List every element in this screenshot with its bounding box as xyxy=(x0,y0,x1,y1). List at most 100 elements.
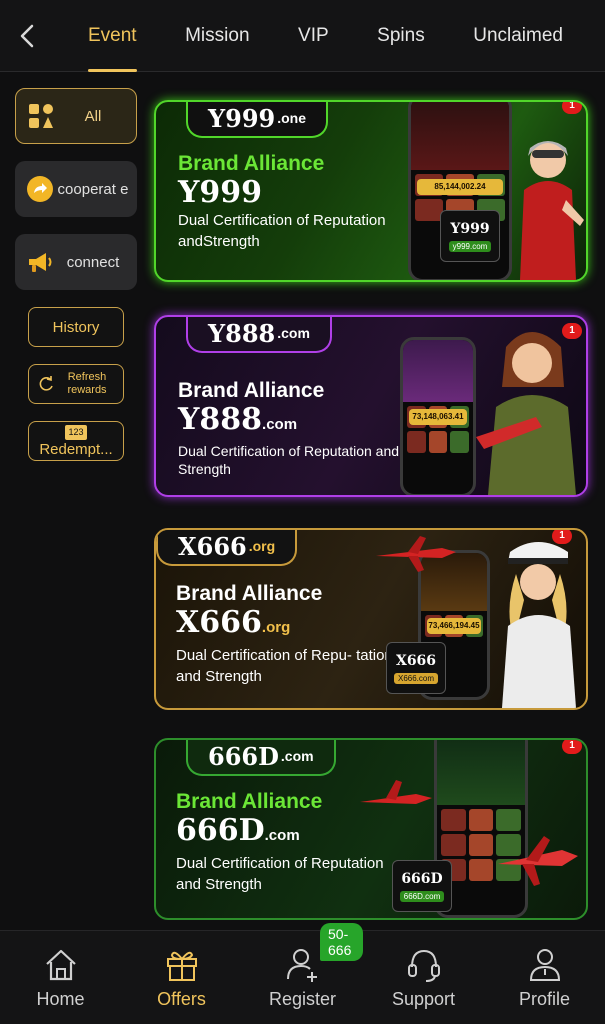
y888-alliance-banner[interactable]: Y888 .com Brand Alliance Y888.com Dual Ce… xyxy=(154,315,588,497)
category-sidebar: All cooperat e connect History Refresh r… xyxy=(15,88,138,478)
category-label: cooperat e xyxy=(57,180,129,198)
phone-mockup: 73,148,063.41 xyxy=(400,337,476,495)
banner-text: Brand Alliance Y999 Dual Certification o… xyxy=(178,152,408,252)
nav-profile[interactable]: Profile xyxy=(484,931,605,1024)
category-label: connect xyxy=(66,253,120,271)
logo-suffix: .com xyxy=(280,748,314,764)
brand-stamp: Y999 y999.com xyxy=(440,210,500,262)
red-plane-illustration xyxy=(376,536,456,572)
category-label: All xyxy=(84,107,102,125)
home-icon xyxy=(45,949,76,981)
tab-event[interactable]: Event xyxy=(70,0,155,72)
nav-label: Home xyxy=(36,989,85,1009)
stamp-url: X666.com xyxy=(393,672,439,684)
red-plane-illustration xyxy=(498,836,578,886)
dual-certification-text: Dual Certification of Reputation and Str… xyxy=(176,855,384,893)
banner-logo: 666D .com xyxy=(186,740,336,776)
logo-text: Y999 xyxy=(208,103,276,133)
notification-badge: 1 xyxy=(562,323,582,339)
redeem-code-icon: 123 xyxy=(65,425,87,440)
refresh-rewards-label: Refresh rewards xyxy=(67,371,107,396)
brand-alliance-title: Brand Alliance xyxy=(176,582,323,605)
jackpot-value: 73,148,063.41 xyxy=(409,409,467,426)
dual-certification-text: Dual Certification of Repu- tation and S… xyxy=(176,647,393,685)
tab-vip[interactable]: VIP xyxy=(280,0,347,72)
history-button[interactable]: History xyxy=(28,307,124,347)
brand-name: Y999 xyxy=(178,175,263,210)
category-cooperate-button[interactable]: cooperat e xyxy=(15,161,137,217)
nav-support[interactable]: Support xyxy=(363,931,484,1024)
nav-offers[interactable]: Offers xyxy=(121,931,242,1024)
register-bonus-badge: 50-666 xyxy=(320,923,363,961)
notification-badge: 1 xyxy=(562,740,582,754)
nav-label: Offers xyxy=(157,989,206,1009)
nav-label: Profile xyxy=(518,989,571,1009)
logo-text: 666D xyxy=(208,741,279,771)
brand-name: Y888.com xyxy=(178,403,408,442)
stamp-url: y999.com xyxy=(448,240,492,252)
bottom-navigation: Home Offers 50-666 Register Support Prof… xyxy=(0,923,605,1024)
nav-register[interactable]: 50-666 Register xyxy=(242,923,363,1024)
tab-spins[interactable]: Spins xyxy=(359,0,443,72)
brand-suffix: .com xyxy=(262,416,298,433)
logo-text: X666 xyxy=(178,531,247,561)
jackpot-value: 85,144,002.24 xyxy=(417,178,503,195)
person-icon xyxy=(529,949,560,981)
brand-alliance-title: Brand Alliance xyxy=(178,379,325,402)
category-all-button[interactable]: All xyxy=(15,88,137,144)
pilot-girl-illustration xyxy=(502,542,576,708)
nav-label: Register xyxy=(268,989,337,1009)
banner-text: Brand Alliance Y888.com Dual Certificati… xyxy=(178,379,408,478)
refresh-icon xyxy=(39,376,53,391)
brand-suffix: .org xyxy=(261,619,291,636)
tab-unclaimed[interactable]: Unclaimed xyxy=(455,0,581,72)
dual-certification-text: Dual Certification of Reputation and Str… xyxy=(178,443,400,477)
brand-suffix: .com xyxy=(264,827,300,844)
refresh-rewards-button[interactable]: Refresh rewards xyxy=(28,364,124,404)
stamp-logo: X666 xyxy=(395,652,437,669)
headset-icon xyxy=(407,949,440,982)
category-connect-button[interactable]: connect xyxy=(15,234,137,290)
brand-alliance-title: Brand Alliance xyxy=(178,152,325,175)
brand-stamp: 666D 666D.com xyxy=(392,860,452,912)
red-plane-illustration xyxy=(360,780,432,804)
banner-logo: X666 .org xyxy=(156,530,298,566)
logo-text: Y888 xyxy=(208,318,276,348)
megaphone-icon xyxy=(25,247,55,277)
banner-text: Brand Alliance X666.org Dual Certificati… xyxy=(176,582,406,687)
nav-home[interactable]: Home xyxy=(0,931,121,1024)
y999-alliance-banner[interactable]: Y999 .one Brand Alliance Y999 Dual Certif… xyxy=(154,100,588,282)
logo-suffix: .org xyxy=(248,538,276,554)
notification-badge: 1 xyxy=(552,530,572,544)
stamp-url: 666D.com xyxy=(399,890,445,902)
tab-list: Event Mission VIP Spins Unclaimed xyxy=(70,0,605,72)
redemption-label: Redempt... xyxy=(39,441,113,458)
666d-alliance-banner[interactable]: 666D .com Brand Alliance 666D.com Dual Ce… xyxy=(154,738,588,920)
banner-logo: Y999 .one xyxy=(186,102,329,138)
tab-mission[interactable]: Mission xyxy=(167,0,267,72)
history-label: History xyxy=(52,318,100,336)
jackpot-value: 73,466,194.45 xyxy=(427,617,481,634)
add-user-icon xyxy=(286,949,317,982)
stamp-logo: Y999 xyxy=(450,220,490,237)
pilot-character-illustration xyxy=(520,141,584,280)
logo-suffix: .one xyxy=(277,110,307,126)
brand-name-main: X666 xyxy=(176,605,262,640)
top-tab-bar: Event Mission VIP Spins Unclaimed xyxy=(0,0,605,72)
banner-logo: Y888 .com xyxy=(186,317,332,353)
aviator-character-illustration xyxy=(476,332,576,495)
x666-alliance-banner[interactable]: X666 .org Brand Alliance X666.org Dual Ce… xyxy=(154,528,588,710)
share-arrow-icon xyxy=(25,174,55,204)
logo-suffix: .com xyxy=(277,325,310,341)
back-chevron-icon[interactable] xyxy=(14,20,42,52)
redemption-button[interactable]: 123 Redempt... xyxy=(28,421,124,461)
stamp-logo: 666D xyxy=(401,870,443,887)
nav-label: Support xyxy=(391,989,456,1009)
brand-stamp: X666 X666.com xyxy=(386,642,446,694)
brand-name: X666.org xyxy=(176,606,406,645)
gift-icon xyxy=(166,951,197,981)
brand-name-main: 666D xyxy=(176,813,265,848)
brand-name-main: Y888 xyxy=(178,402,263,437)
notification-badge: 1 xyxy=(562,102,582,114)
dual-certification-text: Dual Certification of Reputation andStre… xyxy=(178,212,386,250)
